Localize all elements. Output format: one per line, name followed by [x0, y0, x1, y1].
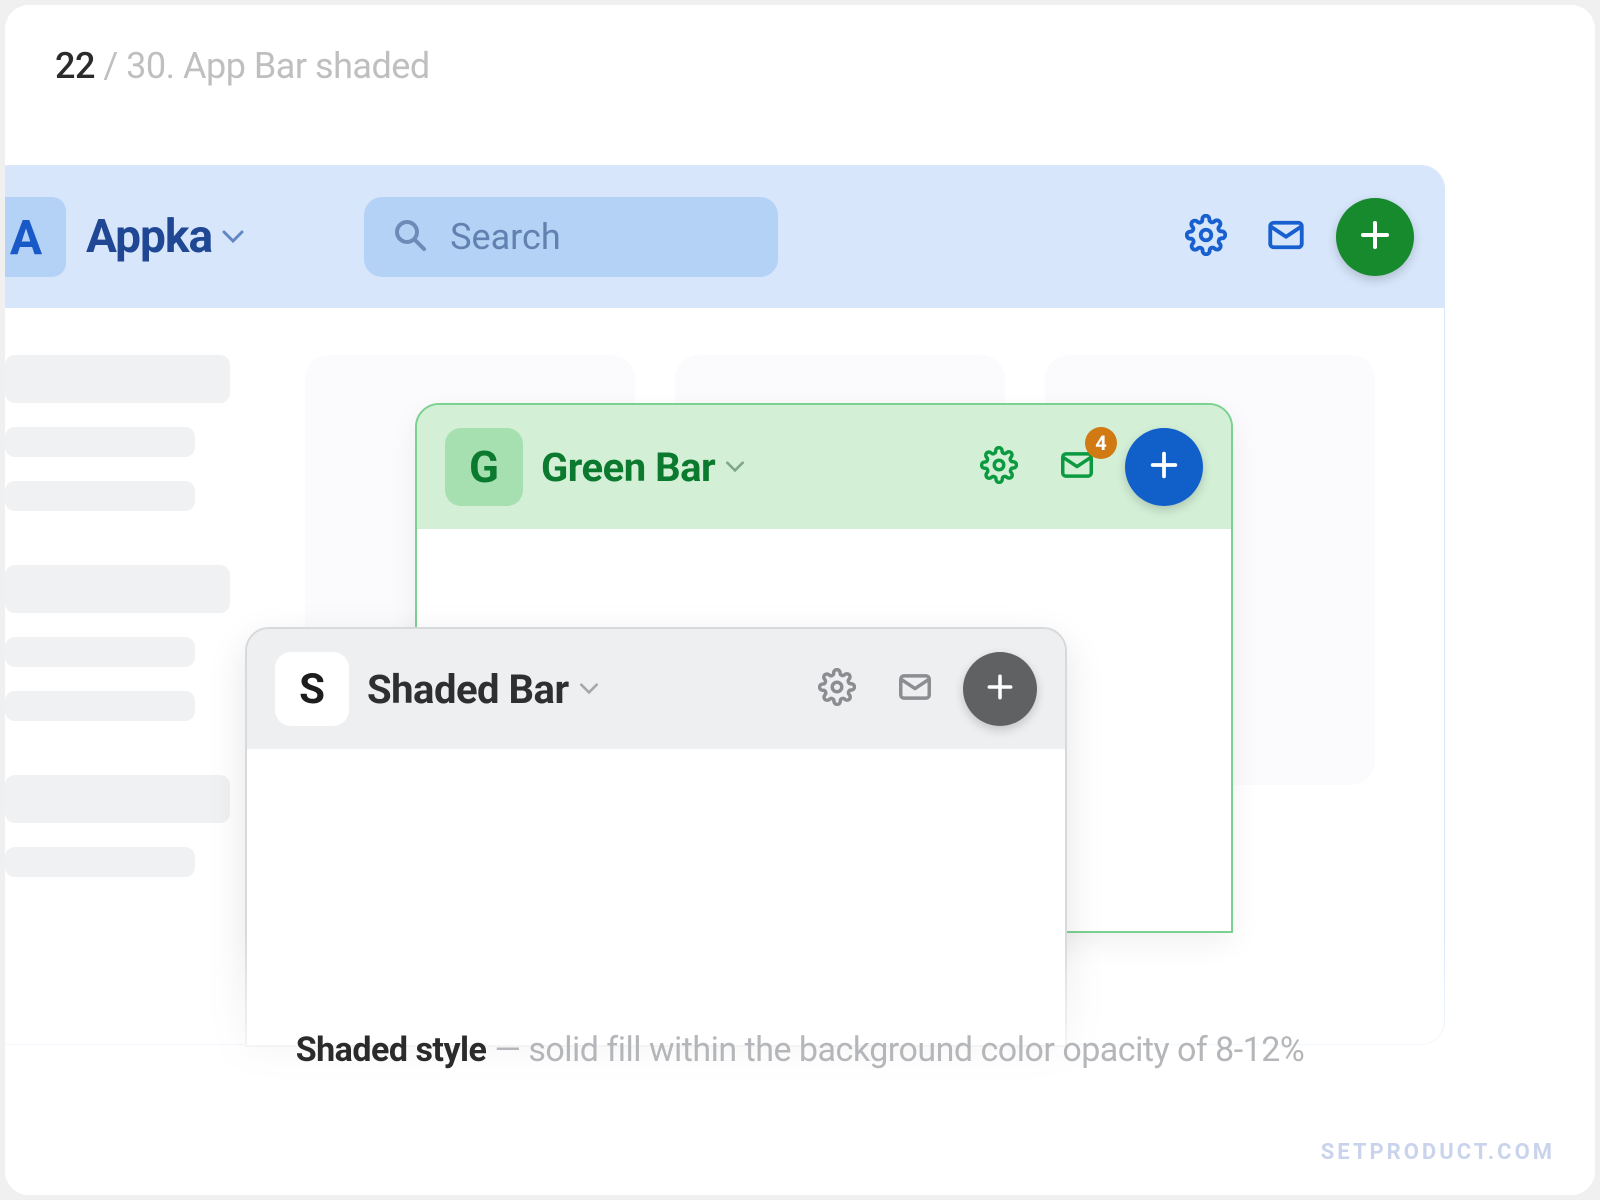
breadcrumb: 22 / 30. App Bar shaded [55, 45, 430, 87]
mail-icon [1265, 214, 1307, 260]
app-title-green[interactable]: Green Bar [541, 444, 745, 491]
app-logo-gray[interactable]: S [275, 652, 349, 726]
caption: Shaded style — solid fill within the bac… [5, 1030, 1595, 1070]
search-input[interactable]: Search [364, 197, 778, 277]
sidebar-skeleton [5, 355, 235, 901]
appbar-gray: S Shaded Bar [247, 629, 1065, 749]
settings-button[interactable] [969, 437, 1029, 497]
gear-icon [980, 446, 1018, 488]
settings-button[interactable] [1176, 207, 1236, 267]
plus-icon [1147, 448, 1181, 486]
chevron-down-icon [222, 230, 244, 244]
plus-icon [1357, 217, 1393, 257]
settings-button[interactable] [807, 659, 867, 719]
app-title-gray[interactable]: Shaded Bar [367, 666, 599, 713]
mail-icon [896, 668, 934, 710]
search-icon [392, 217, 428, 257]
chevron-down-icon [725, 461, 745, 473]
caption-strong: Shaded style [296, 1030, 487, 1070]
chevron-down-icon [579, 683, 599, 695]
app-title-blue[interactable]: Appka [86, 210, 244, 264]
breadcrumb-rest: 30. App Bar shaded [126, 45, 430, 87]
appbar-blue: A Appka Search [5, 166, 1444, 308]
caption-rest: — solid fill within the background color… [486, 1030, 1304, 1070]
add-button[interactable] [1336, 198, 1414, 276]
notification-badge: 4 [1085, 427, 1117, 459]
search-placeholder: Search [450, 216, 561, 258]
mail-button[interactable]: 4 [1047, 437, 1107, 497]
breadcrumb-sep: / [95, 45, 126, 87]
plus-icon [984, 671, 1016, 707]
appbar-green: G Green Bar 4 [417, 405, 1231, 529]
mail-button[interactable] [885, 659, 945, 719]
app-logo-blue[interactable]: A [5, 197, 66, 277]
mail-button[interactable] [1256, 207, 1316, 267]
breadcrumb-current: 22 [55, 45, 95, 87]
gear-icon [818, 668, 856, 710]
add-button[interactable] [963, 652, 1037, 726]
gear-icon [1185, 214, 1227, 260]
window-gray: S Shaded Bar [245, 627, 1067, 1047]
watermark: SETPRODUCT.COM [1321, 1140, 1555, 1165]
add-button[interactable] [1125, 428, 1203, 506]
app-logo-green[interactable]: G [445, 428, 523, 506]
